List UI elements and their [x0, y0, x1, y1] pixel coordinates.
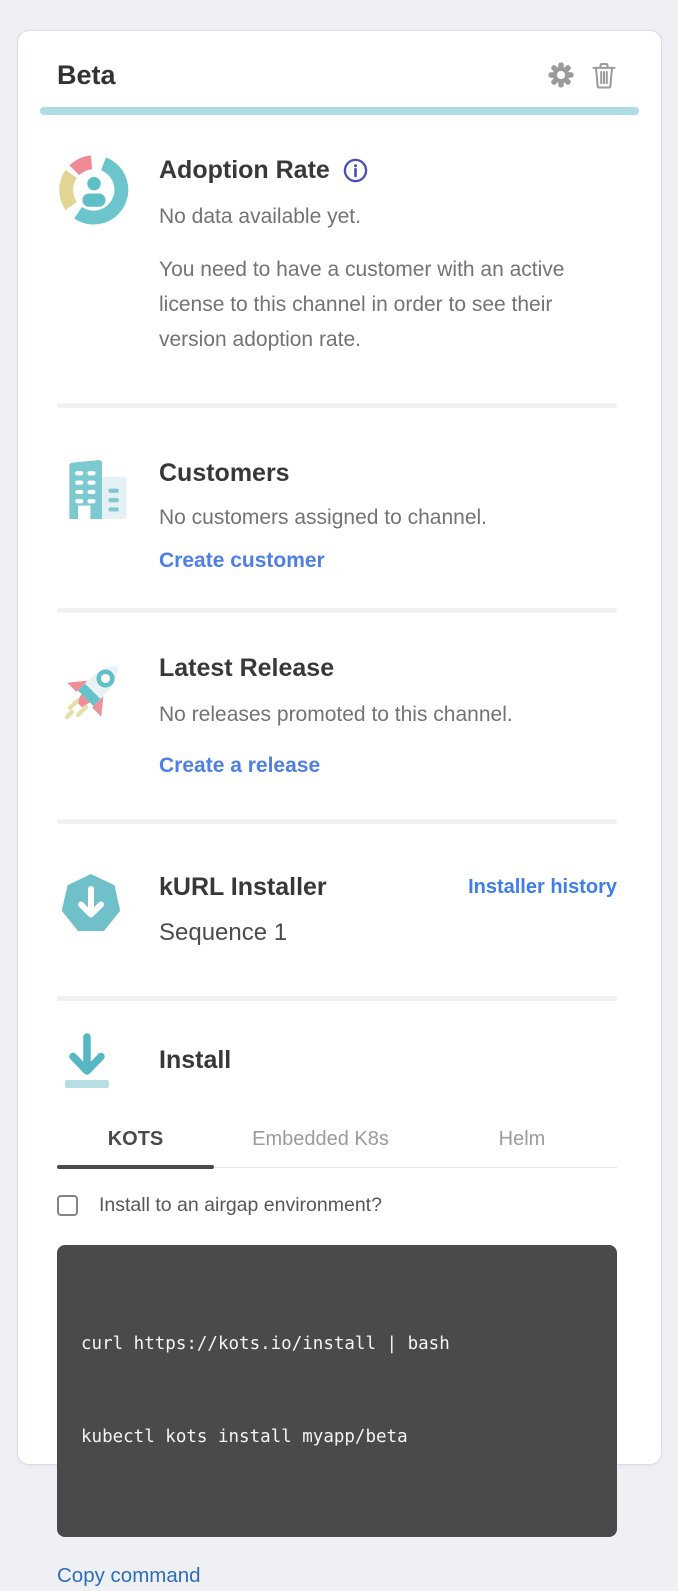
installer-body: kURL Installer Sequence 1 Installer hist…	[159, 870, 617, 950]
tab-kots[interactable]: KOTS	[57, 1128, 214, 1167]
install-section: Install	[57, 1031, 617, 1102]
card-content: Adoption Rate No data available yet. You…	[57, 153, 617, 1591]
rocket-icon	[57, 718, 137, 735]
divider	[57, 996, 617, 1001]
delete-button[interactable]	[591, 61, 617, 90]
customers-icon-column	[57, 456, 159, 531]
command-line: kubectl kots install myapp/beta	[81, 1422, 593, 1453]
buildings-icon	[57, 513, 133, 530]
install-tabs: KOTS Embedded K8s Helm	[57, 1128, 617, 1168]
adoption-rate-title: Adoption Rate	[159, 153, 330, 187]
channel-title: Beta	[57, 57, 116, 93]
installer-text: kURL Installer Sequence 1	[159, 870, 327, 950]
airgap-checkbox[interactable]	[57, 1195, 78, 1216]
settings-button[interactable]	[547, 61, 575, 89]
channel-card: Beta	[17, 30, 662, 1465]
release-empty-text: No releases promoted to this channel.	[159, 697, 617, 732]
installer-sequence: Sequence 1	[159, 916, 327, 950]
tab-helm[interactable]: Helm	[427, 1128, 617, 1167]
divider	[57, 608, 617, 613]
latest-release-section: Latest Release No releases promoted to t…	[57, 651, 617, 783]
adoption-hint-text: You need to have a customer with an acti…	[159, 252, 609, 357]
create-customer-link[interactable]: Create customer	[159, 543, 325, 578]
release-icon-column	[57, 651, 159, 736]
kurl-installer-section: kURL Installer Sequence 1 Installer hist…	[57, 870, 617, 950]
kurl-installer-heading: kURL Installer	[159, 870, 327, 904]
customers-body: Customers No customers assigned to chann…	[159, 456, 617, 578]
installer-history-link[interactable]: Installer history	[468, 870, 617, 904]
copy-command-link[interactable]: Copy command	[57, 1561, 201, 1591]
info-circle-icon[interactable]	[342, 157, 369, 184]
adoption-empty-text: No data available yet.	[159, 199, 617, 234]
donut-chart-person-icon	[57, 214, 131, 231]
installer-icon-column	[57, 870, 159, 943]
trash-icon	[591, 78, 617, 93]
divider	[57, 819, 617, 824]
adoption-rate-section: Adoption Rate No data available yet. You…	[57, 153, 617, 357]
gear-icon	[547, 77, 575, 92]
adoption-body: Adoption Rate No data available yet. You…	[159, 153, 617, 357]
create-release-link[interactable]: Create a release	[159, 748, 320, 783]
airgap-label: Install to an airgap environment?	[99, 1194, 382, 1217]
adoption-icon-column	[57, 153, 159, 232]
customers-empty-text: No customers assigned to channel.	[159, 500, 617, 535]
install-heading: Install	[159, 1043, 617, 1091]
customers-section: Customers No customers assigned to chann…	[57, 456, 617, 578]
customers-heading: Customers	[159, 456, 617, 490]
command-line: curl https://kots.io/install | bash	[81, 1329, 593, 1360]
card-header: Beta	[57, 57, 617, 93]
heptagon-download-icon	[57, 925, 125, 942]
release-body: Latest Release No releases promoted to t…	[159, 651, 617, 783]
airgap-row: Install to an airgap environment?	[57, 1194, 617, 1217]
latest-release-heading: Latest Release	[159, 651, 617, 685]
install-command-block[interactable]: curl https://kots.io/install | bash kube…	[57, 1245, 617, 1537]
install-body: Install	[159, 1043, 617, 1091]
channel-accent-bar	[40, 107, 639, 115]
header-actions	[547, 61, 617, 90]
divider	[57, 403, 617, 408]
tab-embedded-k8s[interactable]: Embedded K8s	[214, 1128, 427, 1167]
install-icon-column	[57, 1031, 159, 1102]
download-arrow-icon	[57, 1084, 117, 1101]
adoption-rate-heading: Adoption Rate	[159, 153, 617, 187]
